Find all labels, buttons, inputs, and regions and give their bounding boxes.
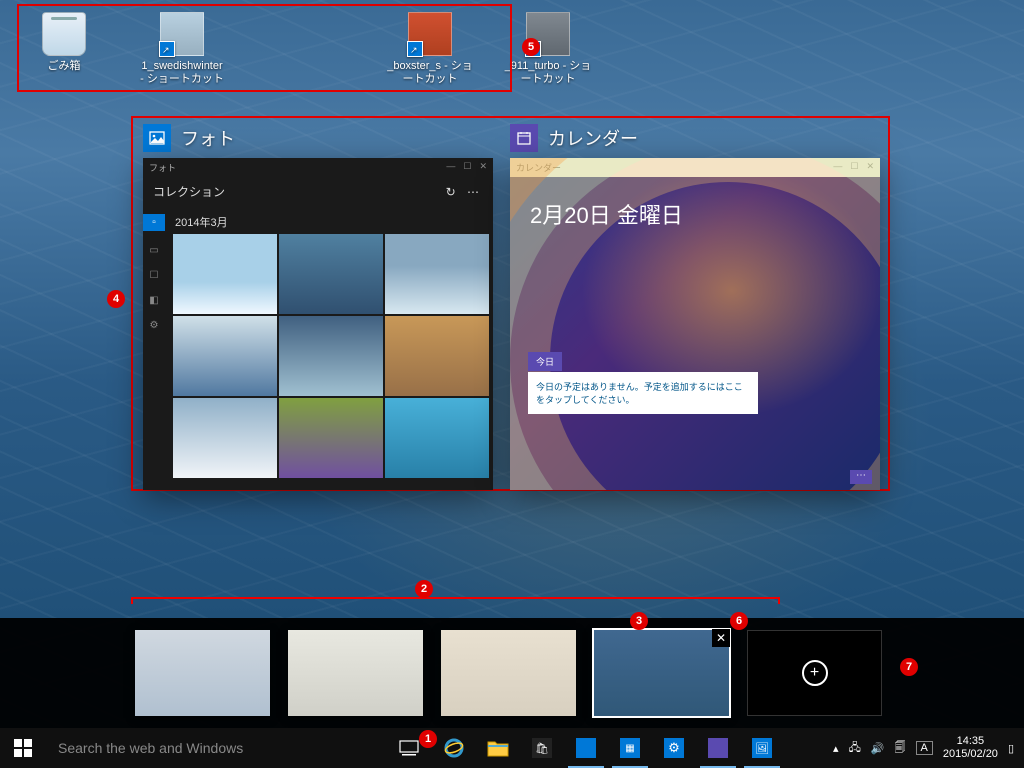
search-placeholder: Search the web and Windows (58, 740, 243, 756)
plus-icon: + (802, 660, 828, 686)
photo-thumb[interactable] (173, 398, 277, 478)
shortcut-911[interactable]: _911_turbo - ショートカット (504, 12, 592, 86)
tray-overflow-icon[interactable]: ▴ (833, 742, 839, 755)
shortcut-icon (526, 12, 570, 56)
taskview-calendar[interactable]: カレンダー カレンダー —☐✕ 2月20日 金曜日 今日 今日の予定はありません… (510, 124, 880, 490)
taskview-button[interactable] (386, 728, 432, 768)
sidebar-sign-icon[interactable]: ◧ (149, 295, 158, 306)
photos-sidebar: ▫ ▭ ☐ ◧ ⚙ (143, 206, 165, 490)
calendar-today-button[interactable]: 今日 (528, 352, 562, 371)
close-desktop-button[interactable]: ✕ (712, 629, 730, 647)
recycle-bin-icon (42, 12, 86, 56)
virtual-desktop-1[interactable] (135, 630, 270, 716)
taskbar-apps: 🛍 ▦ ⚙ 🖼 (432, 728, 784, 768)
shortcut-winter[interactable]: 1_swedishwinter - ショートカット (138, 12, 226, 86)
photo-thumb[interactable] (385, 234, 489, 314)
sidebar-folders-icon[interactable]: ☐ (150, 270, 159, 281)
taskview-title: フォト (181, 125, 235, 151)
taskbar-photos[interactable]: 🖼 (740, 728, 784, 768)
photo-thumb[interactable] (385, 398, 489, 478)
photo-thumb[interactable] (173, 234, 277, 314)
desktop-icons: ごみ箱 1_swedishwinter - ショートカット _boxster_s… (20, 12, 1004, 86)
taskbar-app-blue2[interactable]: ▦ (608, 728, 652, 768)
taskbar-calendar[interactable] (696, 728, 740, 768)
sidebar-collection-icon[interactable]: ▫ (143, 214, 165, 231)
photo-thumb[interactable] (279, 316, 383, 396)
window-controls: —☐✕ (446, 161, 487, 174)
icon-label: _boxster_s - ショートカット (386, 60, 474, 86)
calendar-window[interactable]: カレンダー —☐✕ 2月20日 金曜日 今日 今日の予定はありません。予定を追加… (510, 158, 880, 490)
photos-icon (143, 124, 171, 152)
screen: ごみ箱 1_swedishwinter - ショートカット _boxster_s… (0, 0, 1024, 768)
icon-label: 1_swedishwinter - ショートカット (138, 60, 226, 86)
virtual-desktop-2[interactable] (288, 630, 423, 716)
sidebar-settings-icon[interactable]: ⚙ (150, 320, 159, 331)
photo-thumb[interactable] (279, 234, 383, 314)
clock-date: 2015/02/20 (943, 748, 998, 761)
clock-time: 14:35 (943, 735, 998, 748)
tray-ime-indicator[interactable]: A (916, 741, 933, 755)
photo-thumb[interactable] (279, 398, 383, 478)
photos-actions: ↻ ⋯ (446, 185, 483, 199)
icon-label: _911_turbo - ショートカット (504, 60, 592, 86)
calendar-more-button[interactable]: ⋯ (850, 470, 872, 484)
icon-label: ごみ箱 (48, 60, 81, 73)
shortcut-icon (408, 12, 452, 56)
system-tray: ▴ 🖧 🔊 🗐 A 14:35 2015/02/20 ▯ (823, 728, 1024, 768)
taskview-title: カレンダー (548, 125, 638, 151)
photos-subtitle-bar: コレクション ↻ ⋯ (143, 177, 493, 206)
calendar-empty-message[interactable]: 今日の予定はありません。予定を追加するにはここをタップしてください。 (528, 372, 758, 414)
shortcut-boxster[interactable]: _boxster_s - ショートカット (386, 12, 474, 86)
start-button[interactable] (0, 728, 46, 768)
tray-notes-icon[interactable]: 🗐 (895, 739, 906, 758)
new-desktop-button[interactable]: + (747, 630, 882, 716)
virtual-desktop-strip: ✕ + (0, 618, 1024, 728)
search-box[interactable]: Search the web and Windows (46, 728, 386, 768)
taskbar-ie[interactable] (432, 728, 476, 768)
window-titlebar: フォト —☐✕ (143, 158, 493, 177)
photo-thumb[interactable] (173, 316, 277, 396)
tray-clock[interactable]: 14:35 2015/02/20 (943, 735, 998, 761)
taskbar-settings[interactable]: ⚙ (652, 728, 696, 768)
photos-grid (173, 234, 489, 478)
action-center-icon[interactable]: ▯ (1008, 742, 1014, 755)
sidebar-albums-icon[interactable]: ▭ (149, 245, 158, 256)
taskview-photos[interactable]: フォト フォト —☐✕ コレクション ↻ ⋯ ▫ ▭ ☐ ◧ ⚙ 201 (143, 124, 493, 490)
photos-date-header: 2014年3月 (173, 210, 489, 234)
recycle-bin[interactable]: ごみ箱 (20, 12, 108, 73)
taskview-header: フォト (143, 124, 493, 152)
shortcut-icon (160, 12, 204, 56)
taskbar-store[interactable]: 🛍 (520, 728, 564, 768)
calendar-date: 2月20日 金曜日 (530, 198, 683, 230)
tray-network-icon[interactable]: 🖧 (849, 739, 861, 758)
virtual-desktop-4[interactable]: ✕ (594, 630, 729, 716)
virtual-desktop-3[interactable] (441, 630, 576, 716)
photos-window[interactable]: フォト —☐✕ コレクション ↻ ⋯ ▫ ▭ ☐ ◧ ⚙ 2014年3月 (143, 158, 493, 490)
tray-volume-icon[interactable]: 🔊 (871, 742, 885, 755)
taskview-header: カレンダー (510, 124, 880, 152)
taskbar-app-blue1[interactable] (564, 728, 608, 768)
taskbar-explorer[interactable] (476, 728, 520, 768)
calendar-icon (510, 124, 538, 152)
photo-thumb[interactable] (385, 316, 489, 396)
taskbar: Search the web and Windows 🛍 ▦ ⚙ 🖼 ▴ 🖧 🔊… (0, 728, 1024, 768)
